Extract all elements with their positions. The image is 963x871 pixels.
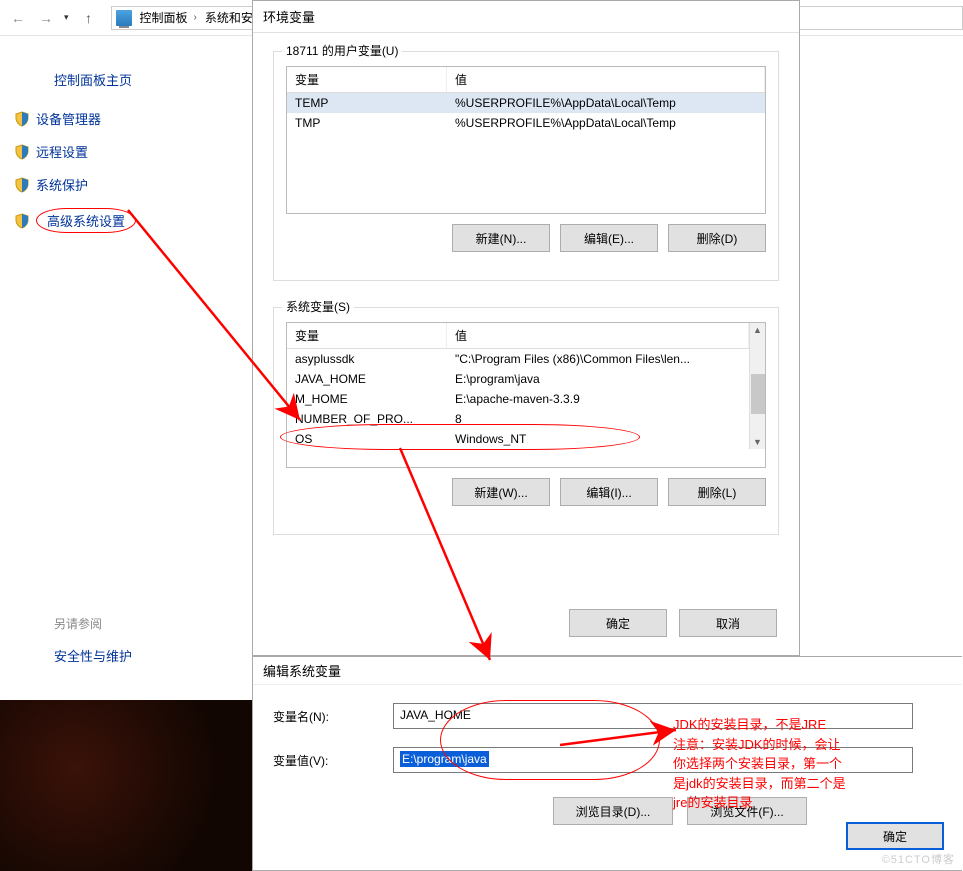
sidebar-item-advanced[interactable]: 高级系统设置 [36,208,136,233]
new-sys-var-button[interactable]: 新建(W)... [452,478,550,506]
sys-vars-legend: 系统变量(S) [282,298,354,315]
sidebar-home-link[interactable]: 控制面板主页 [54,70,234,89]
annotation-line: JDK的安装目录，不是JRE [673,715,953,735]
computer-icon [116,10,132,26]
table-row[interactable]: NUMBER_OF_PRO... 8 [287,409,749,429]
shield-icon [14,177,30,193]
col-header-variable[interactable]: 变量 [287,323,447,348]
see-also-header: 另请参阅 [54,615,132,632]
table-row[interactable]: JAVA_HOME E:\program\java [287,369,749,389]
see-also: 另请参阅 安全性与维护 [54,615,132,665]
crumb-control-panel[interactable]: 控制面板 [140,9,188,26]
user-vars-group: 18711 的用户变量(U) 变量 值 TEMP %USERPROFILE%\A… [273,51,779,281]
edit-ok-button[interactable]: 确定 [846,822,944,850]
var-value: E:\program\java [447,369,749,389]
edit-sys-var-button[interactable]: 编辑(I)... [560,478,658,506]
shield-icon [14,213,30,229]
col-header-value[interactable]: 值 [447,67,765,92]
edit-dialog-title: 编辑系统变量 [253,657,962,685]
sidebar-item-remote[interactable]: 远程设置 [36,142,88,161]
var-value: %USERPROFILE%\AppData\Local\Temp [447,113,765,133]
var-value: "C:\Program Files (x86)\Common Files\len… [447,349,749,369]
annotation-line: 你选择两个安装目录，第一个 [673,754,953,774]
table-row[interactable]: OS Windows_NT [287,429,749,449]
nav-back-icon[interactable]: ← [8,8,28,28]
var-name: TMP [287,113,447,133]
nav-up-icon[interactable]: ↑ [77,6,101,30]
user-vars-list[interactable]: 变量 值 TEMP %USERPROFILE%\AppData\Local\Te… [286,66,766,214]
edit-user-var-button[interactable]: 编辑(E)... [560,224,658,252]
scroll-up-icon[interactable]: ▲ [753,323,762,337]
var-value-input-value: E:\program\java [400,751,489,767]
var-name-input-value: JAVA_HOME [400,708,471,722]
chevron-right-icon: › [194,12,197,23]
scrollbar[interactable]: ▲ ▼ [749,323,765,449]
watermark: ©51CTO博客 [882,851,955,867]
scroll-down-icon[interactable]: ▼ [753,435,762,449]
var-value: Windows_NT [447,429,749,449]
delete-user-var-button[interactable]: 删除(D) [668,224,766,252]
nav-forward-icon[interactable]: → [36,8,56,28]
browse-dir-button[interactable]: 浏览目录(D)... [553,797,673,825]
var-name: asyplussdk [287,349,447,369]
col-header-value[interactable]: 值 [447,323,749,348]
dialog-title: 环境变量 [253,1,799,33]
var-name: NUMBER_OF_PRO... [287,409,447,429]
table-row[interactable]: asyplussdk "C:\Program Files (x86)\Commo… [287,349,749,369]
table-row[interactable]: M_HOME E:\apache-maven-3.3.9 [287,389,749,409]
new-user-var-button[interactable]: 新建(N)... [452,224,550,252]
var-value: 8 [447,409,749,429]
shield-icon [14,144,30,160]
var-name: OS [287,429,447,449]
table-row[interactable]: TMP %USERPROFILE%\AppData\Local\Temp [287,113,765,133]
annotation-line: 是jdk的安装目录，而第二个是 [673,774,953,794]
sys-vars-list[interactable]: 变量 值 asyplussdk "C:\Program Files (x86)\… [286,322,766,468]
sidebar: 控制面板主页 设备管理器 远程设置 系统保护 高级系统设置 [14,50,234,247]
sidebar-item-device-manager[interactable]: 设备管理器 [36,109,101,128]
annotation-line: jre的安装目录 [673,793,953,813]
ok-button[interactable]: 确定 [569,609,667,637]
delete-sys-var-button[interactable]: 删除(L) [668,478,766,506]
sys-vars-group: 系统变量(S) 变量 值 asyplussdk "C:\Program File… [273,307,779,535]
shield-icon [14,111,30,127]
desktop-background [0,700,252,871]
scroll-thumb[interactable] [751,374,765,414]
var-name: TEMP [287,93,447,113]
col-header-variable[interactable]: 变量 [287,67,447,92]
cancel-button[interactable]: 取消 [679,609,777,637]
var-name: JAVA_HOME [287,369,447,389]
var-name: M_HOME [287,389,447,409]
var-value-label: 变量值(V): [273,752,393,769]
env-vars-dialog: 环境变量 18711 的用户变量(U) 变量 值 TEMP %USERPROFI… [252,0,800,656]
table-row[interactable]: TEMP %USERPROFILE%\AppData\Local\Temp [287,93,765,113]
sidebar-item-protection[interactable]: 系统保护 [36,175,88,194]
var-value: E:\apache-maven-3.3.9 [447,389,749,409]
annotation-line: 注意：安装JDK的时候，会让 [673,735,953,755]
nav-history-dropdown-icon[interactable]: ▾ [64,12,69,23]
var-name-label: 变量名(N): [273,708,393,725]
user-vars-legend: 18711 的用户变量(U) [282,42,402,59]
annotation-text: JDK的安装目录，不是JRE 注意：安装JDK的时候，会让 你选择两个安装目录，… [673,715,953,813]
see-also-link[interactable]: 安全性与维护 [54,646,132,665]
var-value: %USERPROFILE%\AppData\Local\Temp [447,93,765,113]
